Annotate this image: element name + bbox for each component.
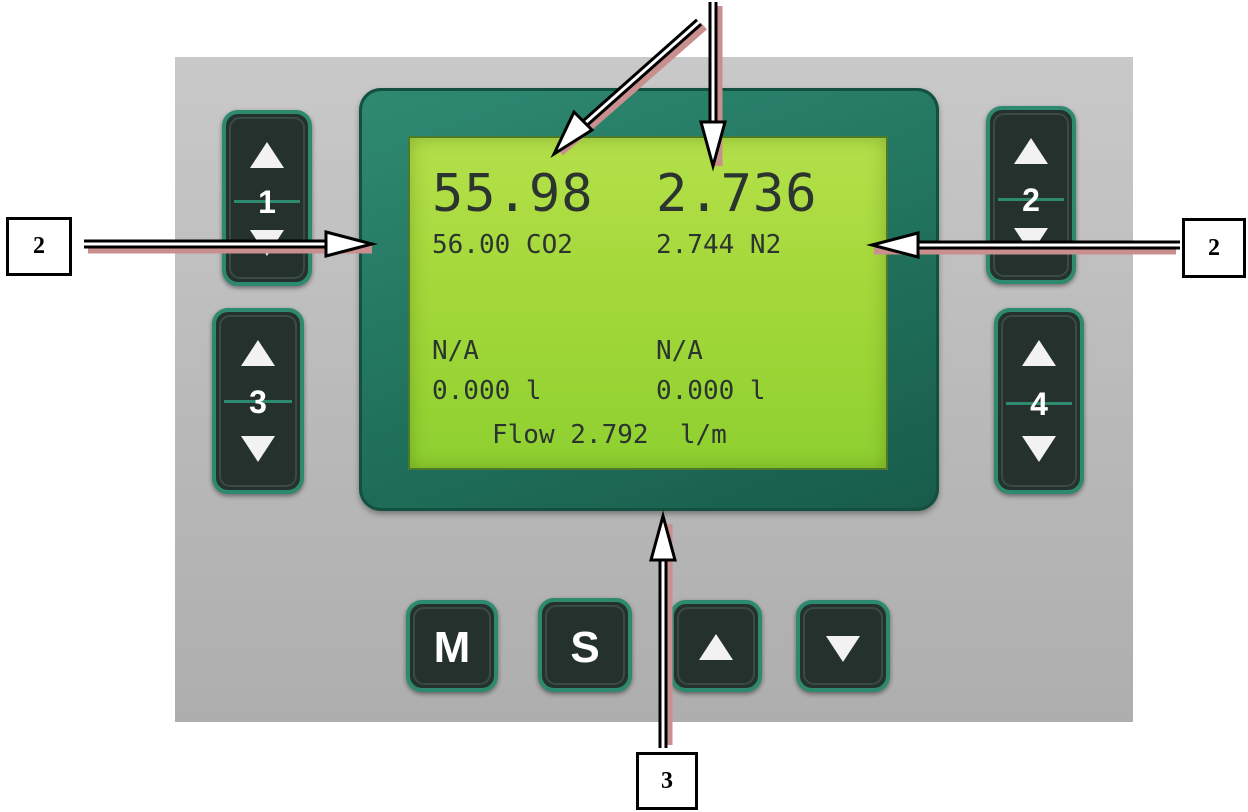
- arrow-heads: [324, 109, 920, 562]
- annotation-arrows: [84, 2, 1180, 748]
- arrow-outlines: [84, 2, 1180, 748]
- arrow-shafts: [84, 2, 1180, 748]
- arrow-shadows: [88, 6, 1176, 745]
